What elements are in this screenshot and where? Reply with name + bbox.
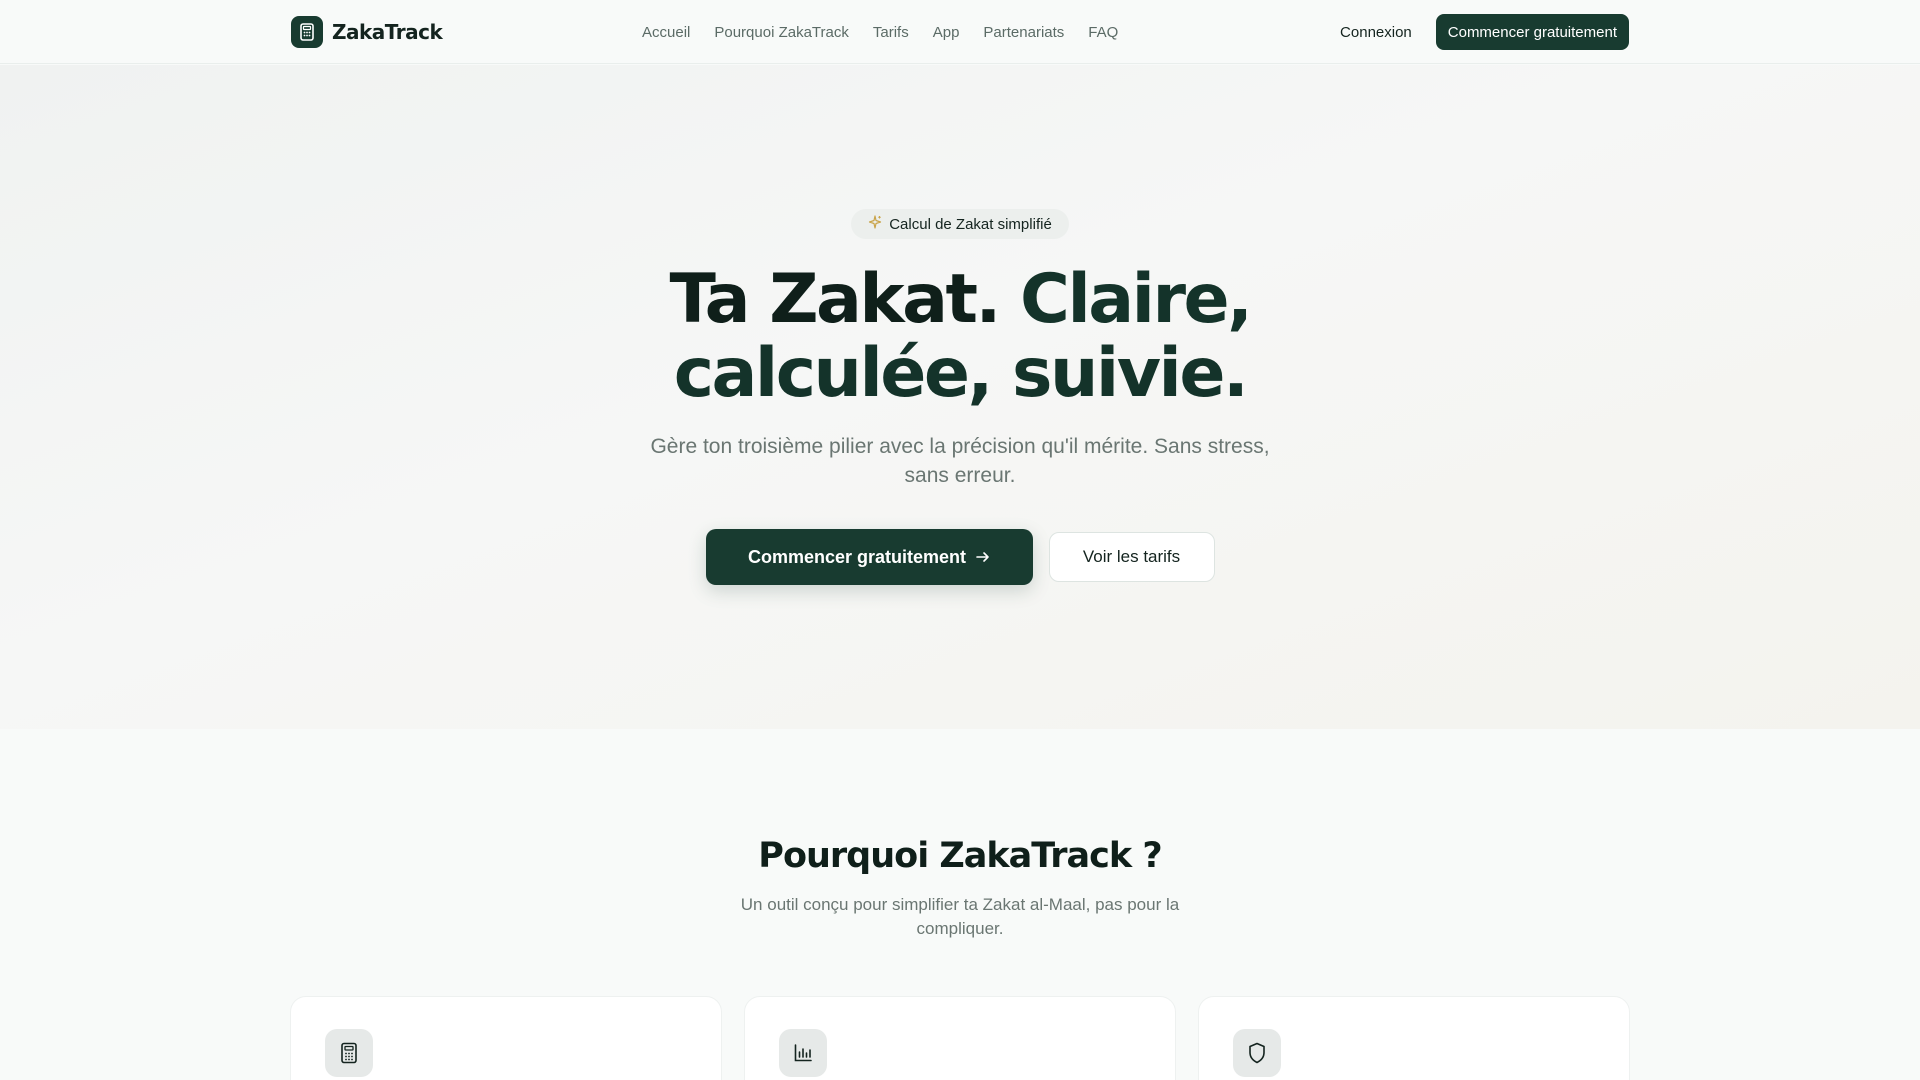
top-navbar: ZakaTrack Accueil Pourquoi ZakaTrack Tar… <box>0 0 1920 64</box>
why-section-subtitle: Un outil conçu pour simplifier ta Zakat … <box>740 895 1180 938</box>
main-nav: Accueil Pourquoi ZakaTrack Tarifs App Pa… <box>642 0 1118 64</box>
nav-link-faq[interactable]: FAQ <box>1088 24 1118 41</box>
nav-signup-button[interactable]: Commencer gratuitement <box>1435 14 1629 50</box>
hero-start-button[interactable]: Commencer gratuitement <box>705 529 1033 585</box>
sparkles-icon <box>868 215 882 233</box>
login-link[interactable]: Connexion <box>1340 24 1412 41</box>
bar-chart-icon <box>779 1029 827 1077</box>
hero-section: Calcul de Zakat simplifié Ta Zakat. Clai… <box>0 65 1920 729</box>
calculator-icon <box>325 1029 373 1077</box>
shield-icon <box>1233 1029 1281 1077</box>
hero-pricing-button[interactable]: Voir les tarifs <box>1048 532 1215 582</box>
feature-card-tracking <box>744 996 1176 1080</box>
nav-link-partenariats[interactable]: Partenariats <box>983 24 1064 41</box>
brand-name: ZakaTrack <box>332 20 443 44</box>
nav-link-pourquoi[interactable]: Pourquoi ZakaTrack <box>714 24 849 41</box>
hero-title-line2: calculée, suivie. <box>673 334 1249 413</box>
hero-title-part1: Ta Zakat. <box>669 260 1002 339</box>
calculator-icon <box>291 16 323 48</box>
hero-start-label: Commencer gratuitement <box>747 546 967 567</box>
hero-title-part2: Claire, <box>1020 260 1253 339</box>
hero-badge-label: Calcul de Zakat simplifié <box>889 215 1052 233</box>
why-section-title: Pourquoi ZakaTrack ? <box>758 836 1162 876</box>
nav-link-accueil[interactable]: Accueil <box>642 24 690 41</box>
landing-page: ZakaTrack Accueil Pourquoi ZakaTrack Tar… <box>0 0 1920 1080</box>
nav-link-app[interactable]: App <box>933 24 960 41</box>
brand-logo[interactable]: ZakaTrack <box>291 16 443 48</box>
arrow-right-icon <box>976 547 990 568</box>
hero-subtitle: Gère ton troisième pilier avec la précis… <box>650 435 1270 487</box>
hero-title: Ta Zakat. Claire, calculée, suivie. <box>0 263 1920 411</box>
feature-card-security <box>1198 996 1630 1080</box>
hero-badge: Calcul de Zakat simplifié <box>851 209 1069 239</box>
nav-actions: Connexion Commencer gratuitement <box>1340 0 1629 64</box>
hero-actions: Commencer gratuitement Voir les tarifs <box>0 529 1920 585</box>
feature-card-calculation <box>290 996 722 1080</box>
nav-link-tarifs[interactable]: Tarifs <box>873 24 909 41</box>
